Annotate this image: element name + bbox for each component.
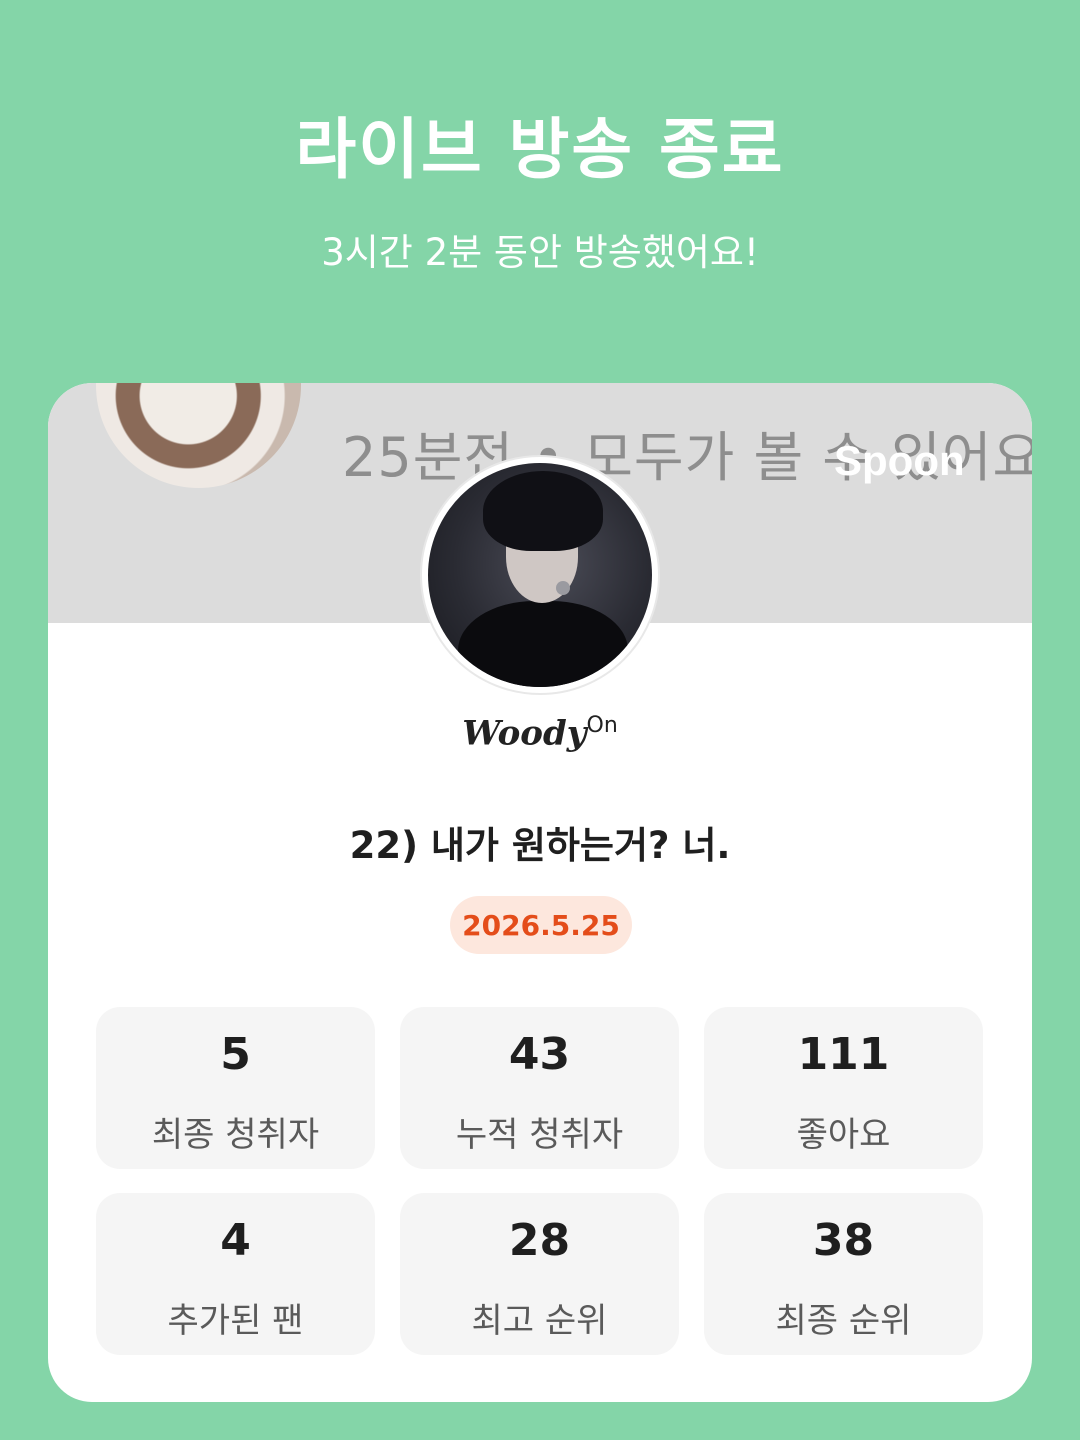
stat-total-listeners: 43 누적 청취자 — [400, 1007, 679, 1169]
stat-final-rank: 38 최종 순위 — [704, 1193, 983, 1355]
stat-label: 최종 순위 — [775, 1301, 912, 1341]
stat-value: 38 — [812, 1215, 875, 1266]
avatar[interactable] — [420, 455, 660, 695]
stat-final-listeners: 5 최종 청취자 — [96, 1007, 375, 1169]
stat-label: 최고 순위 — [471, 1301, 608, 1341]
live-summary-card: 25분전 • 모두가 볼 수 있어요 Spoon WoodyOn 22) 내가 … — [48, 383, 1032, 1402]
username-text: Woody — [462, 713, 587, 754]
date-badge: 2026.5.25 — [450, 896, 632, 954]
stat-value: 111 — [797, 1029, 890, 1080]
stat-value: 43 — [508, 1029, 571, 1080]
page-title: 라이브 방송 종료 — [295, 111, 785, 188]
broadcast-duration: 3시간 2분 동안 방송했어요! — [321, 231, 759, 274]
spoon-logo: Spoon — [834, 437, 965, 484]
username[interactable]: WoodyOn — [48, 713, 1032, 753]
live-title: 22) 내가 원하는거? 너. — [349, 824, 731, 867]
stat-label: 좋아요 — [796, 1115, 891, 1155]
stat-value: 28 — [508, 1215, 571, 1266]
avatar-image — [428, 463, 652, 687]
stat-new-fans: 4 추가된 팬 — [96, 1193, 375, 1355]
banner-avatar-image — [96, 383, 301, 488]
stat-label: 누적 청취자 — [455, 1115, 624, 1155]
stat-label: 추가된 팬 — [167, 1301, 304, 1341]
stat-value: 5 — [220, 1029, 251, 1080]
stat-likes: 111 좋아요 — [704, 1007, 983, 1169]
username-suffix: On — [586, 713, 618, 738]
stat-value: 4 — [220, 1215, 251, 1266]
stat-best-rank: 28 최고 순위 — [400, 1193, 679, 1355]
stat-label: 최종 청취자 — [151, 1115, 320, 1155]
